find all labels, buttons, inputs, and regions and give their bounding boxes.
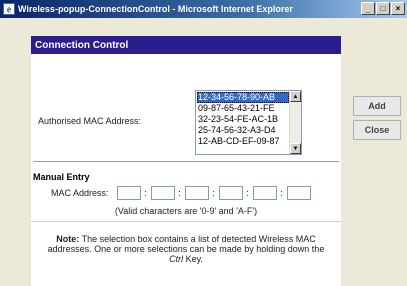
window-title: Wireless-popup-ConnectionControl - Micro… bbox=[18, 4, 293, 14]
mac-address-entry-row: MAC Address: : : : : : bbox=[51, 186, 311, 200]
mac-octet-5-input[interactable] bbox=[252, 186, 277, 200]
valid-characters-note: (Valid characters are '0-9' and 'A-F') bbox=[114, 206, 258, 216]
octet-separator: : bbox=[246, 188, 249, 198]
mac-address-listbox[interactable]: 12-34-56-78-90-AB 09-87-65-43-21-FE 32-23-… bbox=[195, 90, 302, 155]
svg-text:e: e bbox=[7, 5, 12, 16]
mac-list-item[interactable]: 32-23-54-FE-AC-1B bbox=[197, 114, 289, 125]
authorised-mac-label: Authorised MAC Address: bbox=[38, 116, 142, 126]
mac-list-item[interactable]: 12-AB-CD-EF-09-87 bbox=[197, 136, 289, 147]
mac-octet-6-input[interactable] bbox=[286, 186, 311, 200]
internet-explorer-icon: e bbox=[3, 3, 15, 15]
scroll-up-arrow-icon[interactable]: ▲ bbox=[290, 91, 301, 102]
mac-list-item[interactable]: 25-74-56-32-A3-D4 bbox=[197, 125, 289, 136]
panel-header: Connection Control bbox=[31, 36, 341, 54]
octet-separator: : bbox=[178, 188, 181, 198]
add-button[interactable]: Add bbox=[353, 96, 401, 116]
listbox-scrollbar[interactable]: ▲ ▼ bbox=[289, 91, 301, 154]
close-button[interactable]: Close bbox=[353, 120, 401, 140]
connection-control-panel: Connection Control Authorised MAC Addres… bbox=[31, 36, 341, 249]
note-label: Note: bbox=[56, 234, 80, 244]
mac-address-label: MAC Address: bbox=[51, 188, 109, 198]
octet-separator: : bbox=[280, 188, 283, 198]
octet-separator: : bbox=[212, 188, 215, 198]
note-divider bbox=[31, 221, 341, 222]
mac-octet-2-input[interactable] bbox=[150, 186, 175, 200]
maximize-button[interactable]: □ bbox=[376, 2, 390, 15]
selection-note: Note: The selection box contains a list … bbox=[31, 234, 341, 264]
window-title-bar[interactable]: e Wireless-popup-ConnectionControl - Mic… bbox=[0, 0, 407, 18]
minimize-button[interactable]: _ bbox=[361, 2, 375, 15]
mac-list-item[interactable]: 12-34-56-78-90-AB bbox=[197, 92, 289, 103]
mac-octet-3-input[interactable] bbox=[184, 186, 209, 200]
note-text-before: The selection box contains a list of det… bbox=[47, 234, 325, 254]
close-window-button[interactable]: × bbox=[391, 2, 405, 15]
mac-octet-4-input[interactable] bbox=[218, 186, 243, 200]
scroll-down-arrow-icon[interactable]: ▼ bbox=[290, 143, 301, 154]
section-divider-highlight bbox=[33, 162, 339, 163]
mac-octet-1-input[interactable] bbox=[116, 186, 141, 200]
note-text-after: Key. bbox=[183, 254, 203, 264]
note-ctrl-key: Ctrl bbox=[169, 254, 184, 264]
octet-separator: : bbox=[144, 188, 147, 198]
mac-list-item[interactable]: 09-87-65-43-21-FE bbox=[197, 103, 289, 114]
page-content: Connection Control Authorised MAC Addres… bbox=[4, 18, 407, 286]
manual-entry-title: Manual Entry bbox=[33, 172, 90, 182]
